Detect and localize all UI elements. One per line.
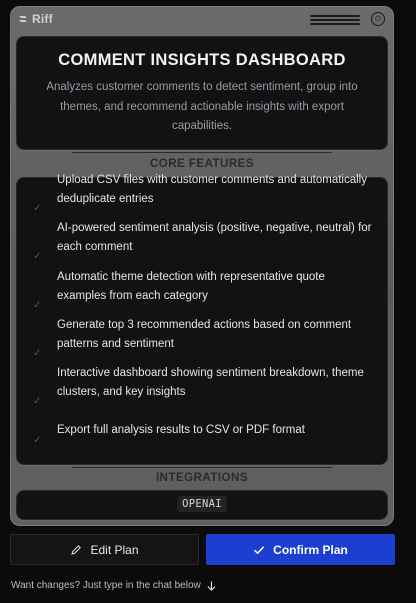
feature-text: Automatic theme detection with represent… [57, 270, 325, 303]
confirm-plan-label: Confirm Plan [273, 542, 348, 557]
check-icon [254, 545, 265, 554]
check-icon: ✓ [33, 251, 42, 262]
chat-hint: Want changes? Just type in the chat belo… [11, 580, 216, 591]
section-title-core-features: CORE FEATURES [149, 158, 255, 170]
integrations-list: OPENAI [16, 490, 388, 520]
divider [72, 467, 332, 468]
check-icon: ✓ [33, 435, 42, 446]
arrow-down-icon [207, 581, 216, 591]
power-icon[interactable]: ⏻ [371, 12, 385, 26]
plan-card: Riff ⏻ COMMENT INSIGHTS DASHBOARD Analyz… [10, 6, 394, 526]
drag-handle[interactable] [310, 15, 360, 27]
check-icon: ✓ [33, 396, 42, 407]
plan-header: COMMENT INSIGHTS DASHBOARD Analyzes cust… [16, 36, 388, 150]
feature-text: Interactive dashboard showing sentiment … [57, 366, 364, 399]
card-topbar: Riff ⏻ [10, 6, 394, 32]
edit-plan-label: Edit Plan [90, 542, 139, 557]
feature-text: AI-powered sentiment analysis (positive,… [57, 221, 372, 254]
riff-logo: Riff [18, 12, 53, 26]
section-title-integrations: INTEGRATIONS [155, 472, 249, 484]
plan-description: Analyzes customer comments to detect sen… [46, 81, 358, 132]
page-title: COMMENT INSIGHTS DASHBOARD [58, 51, 346, 69]
confirm-plan-button[interactable]: Confirm Plan [206, 534, 395, 565]
brand-name: Riff [32, 12, 53, 26]
hint-text: Want changes? Just type in the chat belo… [11, 580, 201, 591]
feature-text: Export full analysis results to CSV or P… [57, 424, 305, 437]
riff-logo-icon [19, 16, 27, 22]
integration-badge: OPENAI [177, 496, 227, 512]
check-icon: ✓ [33, 348, 42, 359]
feature-text: Upload CSV files with customer comments … [57, 173, 367, 206]
pencil-icon [71, 544, 82, 555]
edit-plan-button[interactable]: Edit Plan [10, 534, 199, 565]
features-list: ✓ Upload CSV files with customer comment… [16, 174, 388, 465]
divider [72, 152, 332, 153]
check-icon: ✓ [33, 203, 42, 214]
feature-text: Generate top 3 recommended actions based… [57, 318, 352, 351]
check-icon: ✓ [33, 300, 42, 311]
